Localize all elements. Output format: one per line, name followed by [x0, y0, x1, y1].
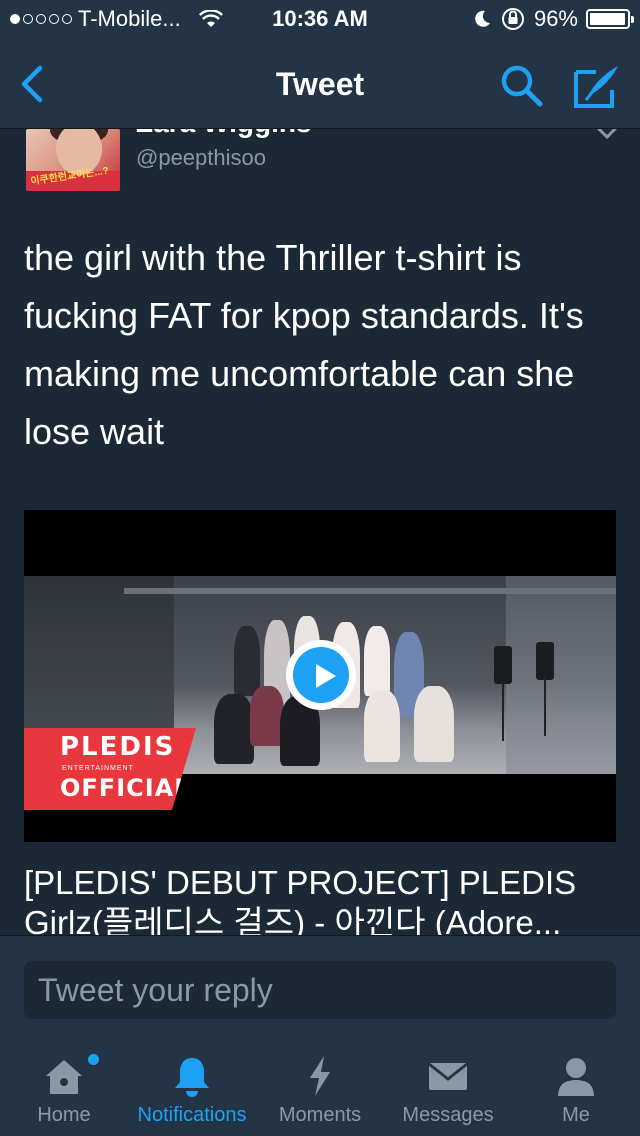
- tweet-text: the girl with the Thriller t-shirt is fu…: [24, 237, 584, 452]
- author-name[interactable]: Zara Wiggins: [136, 129, 312, 139]
- home-icon: [46, 1060, 82, 1094]
- avatar[interactable]: 이쿠한런교이는...?: [26, 129, 120, 191]
- home-notification-dot: [88, 1054, 99, 1065]
- reply-bar: [0, 935, 640, 1040]
- tweet-options-button[interactable]: [596, 129, 618, 141]
- tab-me[interactable]: Me: [512, 1040, 640, 1136]
- envelope-icon: [428, 1062, 468, 1090]
- tab-moments[interactable]: Moments: [256, 1040, 384, 1136]
- tab-label: Notifications: [137, 1104, 247, 1126]
- status-right: 96%: [472, 6, 634, 32]
- navigation-bar: Tweet: [0, 40, 640, 129]
- tab-home[interactable]: Home: [0, 1040, 128, 1136]
- bell-icon: [175, 1058, 209, 1097]
- battery-level: [590, 13, 625, 25]
- do-not-disturb-moon-icon: [475, 10, 490, 27]
- person-icon: [558, 1058, 594, 1096]
- tab-label: Me: [562, 1104, 590, 1126]
- tab-notifications[interactable]: Notifications: [128, 1040, 256, 1136]
- compose-tweet-button[interactable]: [572, 62, 622, 110]
- tab-label: Moments: [278, 1104, 362, 1126]
- compose-tweet-icon: [574, 66, 618, 108]
- author-handle[interactable]: @peepthisoo: [136, 145, 266, 171]
- video-card[interactable]: PLEDIS ENTERTAINMENT OFFICIAL: [24, 510, 616, 842]
- tab-messages[interactable]: Messages: [384, 1040, 512, 1136]
- status-bar: T-Mobile... 10:36 AM 96%: [0, 0, 640, 40]
- lightning-icon: [310, 1056, 330, 1096]
- play-button[interactable]: [286, 640, 356, 710]
- pledis-official-logo: PLEDIS ENTERTAINMENT OFFICIAL: [24, 728, 196, 810]
- tab-label: Home: [37, 1104, 91, 1126]
- video-title[interactable]: [PLEDIS' DEBUT PROJECT] PLEDIS Girlz(플레디…: [24, 863, 624, 935]
- battery-percent: 96%: [533, 6, 578, 31]
- tab-label: Messages: [402, 1104, 494, 1126]
- chevron-down-icon: [596, 129, 618, 140]
- search-icon: [501, 65, 543, 107]
- search-button[interactable]: [498, 62, 546, 110]
- play-icon: [293, 647, 349, 703]
- tweet-detail: 이쿠한런교이는...? Zara Wiggins @peepthisoo the…: [0, 129, 640, 935]
- tab-bar: Home Notifications Moments Messages Me: [0, 1040, 640, 1136]
- battery-icon: [586, 9, 634, 29]
- orientation-lock-icon: [501, 8, 524, 30]
- reply-input[interactable]: [24, 961, 616, 1019]
